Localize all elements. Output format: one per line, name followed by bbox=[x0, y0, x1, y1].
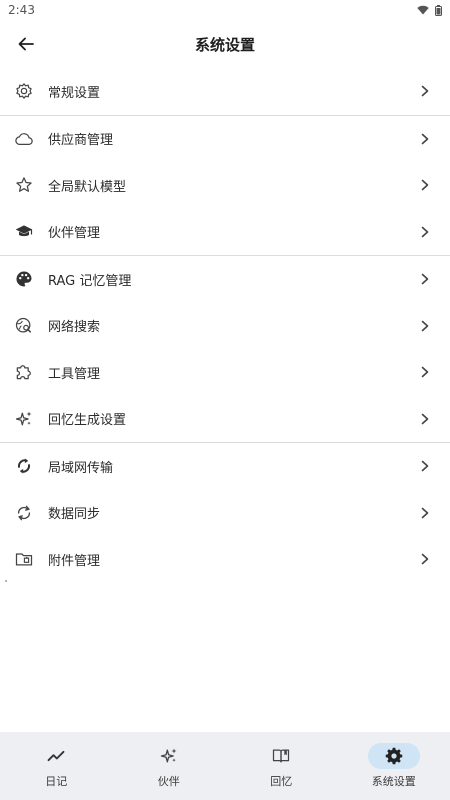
graduation-cap-icon bbox=[14, 222, 34, 242]
chevron-right-icon bbox=[418, 459, 432, 473]
book-icon bbox=[255, 743, 307, 769]
settings-item-rag-memory[interactable]: RAG 记忆管理 bbox=[0, 256, 450, 303]
settings-item-lan-transfer[interactable]: 局域网传输 bbox=[0, 443, 450, 490]
app-bar: 系统设置 bbox=[0, 20, 450, 68]
settings-item-web-search[interactable]: 网络搜索 bbox=[0, 303, 450, 350]
gear-icon bbox=[367, 743, 420, 769]
settings-item-label: 数据同步 bbox=[48, 507, 101, 523]
sync-icon bbox=[14, 503, 34, 523]
chevron-right-icon bbox=[418, 225, 432, 239]
settings-item-companions[interactable]: 伙伴管理 bbox=[0, 209, 450, 256]
status-bar: 2:43 bbox=[0, 0, 450, 20]
settings-item-label: RAG 记忆管理 bbox=[48, 273, 132, 289]
settings-section-data: 局域网传输 数据同步 附件管理 bbox=[0, 443, 450, 583]
settings-item-label: 伙伴管理 bbox=[48, 226, 101, 242]
wifi-icon bbox=[417, 5, 429, 15]
settings-item-tools[interactable]: 工具管理 bbox=[0, 349, 450, 396]
settings-item-label: 回忆生成设置 bbox=[48, 413, 127, 429]
settings-item-label: 附件管理 bbox=[48, 553, 101, 569]
cloud-icon bbox=[14, 129, 34, 149]
settings-item-label: 供应商管理 bbox=[48, 133, 114, 149]
chevron-right-icon bbox=[418, 272, 432, 286]
settings-section-memory: RAG 记忆管理 网络搜索 工具管理 回忆生成设置 bbox=[0, 256, 450, 443]
settings-item-attachments[interactable]: 附件管理 bbox=[0, 536, 450, 583]
settings-section-general: 常规设置 bbox=[0, 68, 450, 116]
settings-item-data-sync[interactable]: 数据同步 bbox=[0, 490, 450, 537]
transfer-icon bbox=[14, 456, 34, 476]
chevron-right-icon bbox=[418, 84, 432, 98]
chevron-right-icon bbox=[418, 552, 432, 566]
settings-item-label: 网络搜索 bbox=[48, 320, 101, 336]
page-title: 系统设置 bbox=[194, 35, 255, 54]
status-time: 2:43 bbox=[8, 3, 35, 17]
nav-label: 系统设置 bbox=[371, 775, 416, 788]
back-button[interactable] bbox=[8, 26, 44, 62]
arrow-left-icon bbox=[18, 37, 34, 51]
web-search-icon bbox=[14, 316, 34, 336]
sparkle-icon bbox=[14, 409, 34, 429]
nav-label: 日记 bbox=[45, 775, 68, 788]
nav-item-memories[interactable]: 回忆 bbox=[225, 732, 338, 800]
settings-list: 常规设置 供应商管理 全局默认模型 伙伴管理 RAG 记忆管理 网络搜索 工具管… bbox=[0, 68, 450, 732]
folder-icon bbox=[14, 549, 34, 569]
sparkle-icon bbox=[143, 743, 195, 769]
puzzle-icon bbox=[14, 362, 34, 382]
settings-item-label: 全局默认模型 bbox=[48, 179, 127, 195]
nav-label: 伙伴 bbox=[157, 775, 180, 788]
chevron-right-icon bbox=[418, 506, 432, 520]
stray-dot bbox=[5, 580, 7, 582]
nav-item-settings[interactable]: 系统设置 bbox=[338, 732, 450, 800]
bottom-nav: 日记 伙伴 回忆 系统设置 bbox=[0, 732, 450, 800]
battery-icon bbox=[435, 4, 442, 16]
nav-label: 回忆 bbox=[270, 775, 293, 788]
gear-icon bbox=[14, 81, 34, 101]
star-icon bbox=[14, 175, 34, 195]
palette-icon bbox=[14, 269, 34, 289]
chevron-right-icon bbox=[418, 365, 432, 379]
settings-item-label: 常规设置 bbox=[48, 85, 101, 101]
nav-item-companions[interactable]: 伙伴 bbox=[113, 732, 226, 800]
nav-item-diary[interactable]: 日记 bbox=[0, 732, 113, 800]
settings-section-models: 供应商管理 全局默认模型 伙伴管理 bbox=[0, 116, 450, 256]
settings-item-label: 局域网传输 bbox=[48, 460, 114, 476]
settings-item-memory-generation[interactable]: 回忆生成设置 bbox=[0, 396, 450, 443]
chevron-right-icon bbox=[418, 178, 432, 192]
chevron-right-icon bbox=[418, 412, 432, 426]
settings-item-label: 工具管理 bbox=[48, 366, 101, 382]
settings-item-providers[interactable]: 供应商管理 bbox=[0, 116, 450, 163]
chevron-right-icon bbox=[418, 132, 432, 146]
settings-item-default-model[interactable]: 全局默认模型 bbox=[0, 162, 450, 209]
trend-icon bbox=[30, 743, 82, 769]
chevron-right-icon bbox=[418, 319, 432, 333]
settings-item-general[interactable]: 常规设置 bbox=[0, 68, 450, 115]
status-icons bbox=[417, 4, 442, 16]
